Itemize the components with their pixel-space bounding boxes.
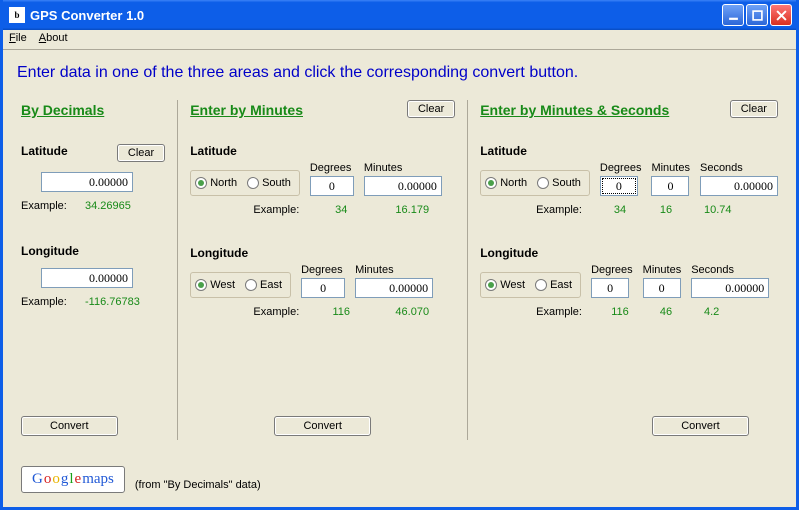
minimize-icon: [728, 10, 739, 21]
instruction-text: Enter data in one of the three areas and…: [13, 58, 786, 100]
minsec-lon-ex-deg: 116: [600, 306, 640, 318]
menu-about[interactable]: About: [39, 32, 68, 49]
minutes-head: Minutes: [364, 162, 403, 174]
app-icon: b: [9, 7, 25, 23]
decimals-lat-example: 34.26965: [85, 200, 131, 212]
example-label: Example:: [21, 296, 73, 308]
minutes-clear-button[interactable]: Clear: [407, 100, 455, 118]
degrees-head: Degrees: [591, 264, 633, 276]
content-area: Enter data in one of the three areas and…: [3, 50, 796, 450]
minsec-lat-ex-min: 16: [646, 204, 686, 216]
footer-note: (from "By Decimals" data): [135, 479, 261, 493]
close-icon: [776, 10, 787, 21]
minutes-lon-ex-min: 46.070: [371, 306, 453, 318]
minsec-lon-sec-input[interactable]: [691, 278, 769, 298]
minutes-lon-west-radio[interactable]: West: [195, 279, 235, 291]
minsec-lat-north-radio[interactable]: North: [485, 177, 527, 189]
decimals-lon-label: Longitude: [21, 244, 165, 258]
minutes-head: Minutes: [355, 264, 394, 276]
minutes-lat-ex-deg: 34: [319, 204, 363, 216]
decimals-lon-example: -116.76783: [85, 296, 140, 308]
window-title: GPS Converter 1.0: [30, 8, 144, 23]
seconds-head: Seconds: [700, 162, 743, 174]
degrees-head: Degrees: [600, 162, 642, 174]
minsec-lon-deg-input[interactable]: [591, 278, 629, 298]
divider: [467, 100, 468, 440]
minutes-lon-radio-group: West East: [190, 272, 291, 298]
minsec-lat-deg-input[interactable]: [600, 176, 638, 196]
maximize-icon: [752, 10, 763, 21]
minutes-head: Minutes: [651, 162, 690, 174]
minsec-lon-west-radio[interactable]: West: [485, 279, 525, 291]
minsec-lon-ex-min: 46: [646, 306, 686, 318]
minsec-lon-label: Longitude: [480, 246, 778, 260]
example-label: Example:: [253, 306, 299, 318]
minutes-lon-east-radio[interactable]: East: [245, 279, 282, 291]
minutes-lat-south-radio[interactable]: South: [247, 177, 291, 189]
degrees-head: Degrees: [301, 264, 343, 276]
minsec-lat-ex-deg: 34: [600, 204, 640, 216]
minsec-lon-east-radio[interactable]: East: [535, 279, 572, 291]
minsec-lat-sec-input[interactable]: [700, 176, 778, 196]
minsec-lat-min-input[interactable]: [651, 176, 689, 196]
decimals-convert-button[interactable]: Convert: [21, 416, 118, 436]
minutes-lat-north-radio[interactable]: North: [195, 177, 237, 189]
google-maps-button[interactable]: G o o g l e maps: [21, 466, 125, 493]
decimals-lat-label: Latitude: [21, 144, 68, 158]
minimize-button[interactable]: [722, 4, 744, 26]
minsec-lat-radio-group: North South: [480, 170, 590, 196]
example-label: Example:: [536, 204, 582, 216]
minsec-title: Enter by Minutes & Seconds: [480, 100, 669, 118]
minsec-lat-ex-sec: 10.74: [704, 204, 776, 216]
degrees-head: Degrees: [310, 162, 352, 174]
minutes-lon-min-input[interactable]: [355, 278, 433, 298]
minutes-lat-deg-input[interactable]: [310, 176, 354, 196]
minsec-clear-button[interactable]: Clear: [730, 100, 778, 118]
minutes-lat-label: Latitude: [190, 144, 455, 158]
decimals-lon-input[interactable]: [41, 268, 133, 288]
menu-file[interactable]: File: [9, 32, 27, 49]
seconds-head: Seconds: [691, 264, 734, 276]
section-minsec: Enter by Minutes & Seconds Clear Latitud…: [472, 100, 786, 440]
minutes-lon-label: Longitude: [190, 246, 455, 260]
minutes-lat-radio-group: North South: [190, 170, 300, 196]
menu-bar: File About: [3, 30, 796, 50]
minutes-convert-button[interactable]: Convert: [274, 416, 371, 436]
minutes-title: Enter by Minutes: [190, 100, 303, 118]
minutes-lat-ex-min: 16.179: [371, 204, 453, 216]
minsec-lat-south-radio[interactable]: South: [537, 177, 581, 189]
columns: By Decimals Latitude Clear Example: 34.2…: [13, 100, 786, 440]
maximize-button[interactable]: [746, 4, 768, 26]
decimals-lat-input[interactable]: [41, 172, 133, 192]
minsec-lon-ex-sec: 4.2: [704, 306, 776, 318]
section-minutes: Enter by Minutes Clear Latitude North So…: [182, 100, 463, 440]
example-label: Example:: [21, 200, 73, 212]
example-label: Example:: [253, 204, 299, 216]
title-bar: b GPS Converter 1.0: [3, 0, 796, 30]
close-button[interactable]: [770, 4, 792, 26]
minutes-lat-min-input[interactable]: [364, 176, 442, 196]
app-window: b GPS Converter 1.0 File About Enter dat…: [0, 0, 799, 510]
decimals-clear-button[interactable]: Clear: [117, 144, 165, 162]
minsec-lon-min-input[interactable]: [643, 278, 681, 298]
minutes-lon-ex-deg: 116: [319, 306, 363, 318]
minutes-lon-deg-input[interactable]: [301, 278, 345, 298]
minsec-convert-button[interactable]: Convert: [652, 416, 749, 436]
section-decimals: By Decimals Latitude Clear Example: 34.2…: [13, 100, 173, 440]
minsec-lat-label: Latitude: [480, 144, 778, 158]
minsec-lon-radio-group: West East: [480, 272, 581, 298]
footer: G o o g l e maps (from "By Decimals" dat…: [21, 466, 261, 493]
minutes-head: Minutes: [643, 264, 682, 276]
divider: [177, 100, 178, 440]
decimals-title: By Decimals: [21, 100, 104, 118]
example-label: Example:: [536, 306, 582, 318]
